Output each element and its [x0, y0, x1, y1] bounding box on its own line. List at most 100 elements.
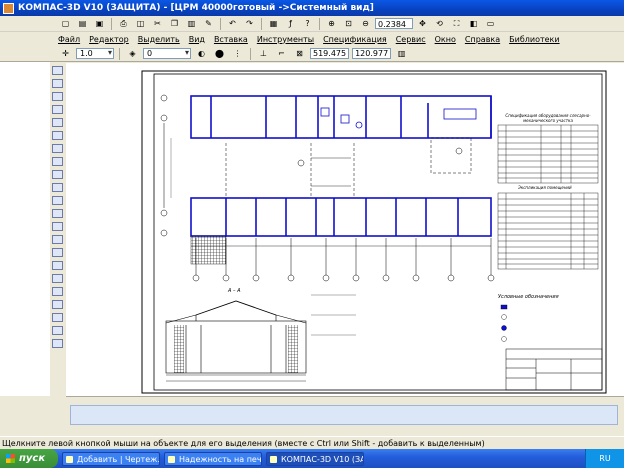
color-icon[interactable]: ⬤ — [212, 47, 227, 61]
task-button-browser[interactable]: Добавить | Чертеж... — [62, 451, 160, 466]
format-brush-icon[interactable]: ✎ — [201, 17, 216, 31]
coord-x-field[interactable]: 519.475 — [310, 48, 350, 59]
preview-icon[interactable]: ◫ — [133, 17, 148, 31]
menu-bar: Файл Редактор Выделить Вид Вставка Инстр… — [0, 32, 624, 46]
help-pointer-icon[interactable]: ? — [300, 17, 315, 31]
layer-state-icon[interactable]: ◐ — [194, 47, 209, 61]
dimensions-tool-icon[interactable] — [52, 79, 63, 88]
menu-libraries[interactable]: Библиотеки — [509, 35, 559, 44]
task-button-kompas[interactable]: КОМПАС-3D V10 (ЗА... — [266, 451, 364, 466]
plan-upper-block — [190, 95, 492, 139]
select-tool-icon[interactable] — [52, 144, 63, 153]
aux-line-tool-icon[interactable] — [52, 274, 63, 283]
layer-icon[interactable]: ◈ — [125, 47, 140, 61]
grid-snap-icon[interactable]: ✛ — [58, 47, 73, 61]
zoom-scale-input[interactable]: 0.2384 — [375, 18, 413, 29]
refresh-icon[interactable]: ⟲ — [432, 17, 447, 31]
scale-tool-icon[interactable] — [52, 326, 63, 335]
menu-insert[interactable]: Вставка — [214, 35, 248, 44]
standard-toolbar: ▢ ▤ ▣ ⎙ ◫ ✂ ❐ ▥ ✎ ↶ ↷ ▦ ƒ ? ⊕ ⊡ ⊖ 0.2384… — [0, 16, 624, 32]
manager-icon[interactable]: ▦ — [266, 17, 281, 31]
drawing-canvas[interactable]: Спецификация оборудования слесарно-механ… — [66, 63, 624, 396]
notation-tool-icon[interactable] — [52, 92, 63, 101]
mirror-tool-icon[interactable] — [52, 300, 63, 309]
copy-icon[interactable]: ❐ — [167, 17, 182, 31]
property-panel[interactable] — [70, 405, 618, 425]
zoom-in-icon[interactable]: ⊕ — [324, 17, 339, 31]
legend-title: Условные обозначения — [498, 294, 559, 300]
cut-icon[interactable]: ✂ — [150, 17, 165, 31]
status-hint: Щелкните левой кнопкой мыши на объекте д… — [0, 436, 624, 449]
text-tool-icon[interactable] — [52, 209, 63, 218]
redo-icon[interactable]: ↷ — [242, 17, 257, 31]
windows-logo-icon — [6, 454, 15, 463]
menu-view[interactable]: Вид — [189, 35, 205, 44]
spec-table — [497, 124, 599, 184]
legend-symbols — [500, 304, 508, 342]
print-icon[interactable]: ⎙ — [116, 17, 131, 31]
property-panel-area — [66, 396, 624, 437]
snaps-icon[interactable]: ⊠ — [292, 47, 307, 61]
task-button-folder[interactable]: Надежность на печ... — [164, 451, 262, 466]
spec-tool-icon[interactable] — [52, 157, 63, 166]
fill-icon[interactable]: ◧ — [466, 17, 481, 31]
menu-help[interactable]: Справка — [465, 35, 500, 44]
line-scale-select[interactable]: 1.0 — [76, 48, 114, 59]
menu-tools[interactable]: Инструменты — [257, 35, 314, 44]
show-all-icon[interactable]: ⛶ — [449, 17, 464, 31]
hatch-tool-icon[interactable] — [52, 287, 63, 296]
paste-icon[interactable]: ▥ — [184, 17, 199, 31]
rooms-table — [497, 192, 599, 270]
local-cs-icon[interactable]: ⊥ — [256, 47, 271, 61]
save-icon[interactable]: ▣ — [92, 17, 107, 31]
menu-service[interactable]: Сервис — [396, 35, 426, 44]
title-bar[interactable]: КОМПАС-3D V10 (ЗАЩИТА) - [ЦРМ 40000готов… — [0, 0, 624, 16]
plan-lower-block — [190, 197, 492, 237]
spec-table-title: Спецификация оборудования слесарно-механ… — [505, 113, 591, 123]
zoom-window-icon[interactable]: ⊡ — [341, 17, 356, 31]
menu-file[interactable]: Файл — [58, 35, 80, 44]
toolbar-separator — [319, 17, 320, 30]
ortho-mode-icon[interactable]: ⌐ — [274, 47, 289, 61]
title-block — [505, 348, 603, 391]
taskbar: пуск Добавить | Чертеж... Надежность на … — [0, 449, 624, 468]
snap-options-icon[interactable]: ⋮ — [230, 47, 245, 61]
variables-icon[interactable]: ƒ — [283, 17, 298, 31]
circle-tool-icon[interactable] — [52, 235, 63, 244]
toolbar-separator — [220, 17, 221, 30]
start-button[interactable]: пуск — [0, 449, 58, 468]
coord-y-field[interactable]: 120.977 — [352, 48, 392, 59]
open-icon[interactable]: ▤ — [75, 17, 90, 31]
language-indicator[interactable]: RU — [599, 454, 610, 463]
rooms-table-title: Экспликация помещений — [518, 185, 572, 190]
move-tool-icon[interactable] — [52, 339, 63, 348]
point-tool-icon[interactable] — [52, 261, 63, 270]
menu-select[interactable]: Выделить — [138, 35, 180, 44]
reports-tool-icon[interactable] — [52, 170, 63, 179]
menu-edit[interactable]: Редактор — [89, 35, 129, 44]
table-tool-icon[interactable] — [52, 196, 63, 205]
window-title: КОМПАС-3D V10 (ЗАЩИТА) - [ЦРМ 40000готов… — [18, 3, 374, 13]
pan-icon[interactable]: ✥ — [415, 17, 430, 31]
geometry-tool-icon[interactable] — [52, 66, 63, 75]
arc-tool-icon[interactable] — [52, 248, 63, 257]
menu-window[interactable]: Окно — [435, 35, 456, 44]
toolbar-separator — [250, 47, 251, 60]
section-a-a — [165, 294, 356, 382]
current-state-toolbar: ✛ 1.0 ◈ 0 ◐ ⬤ ⋮ ⊥ ⌐ ⊠ 519.475 120.977 ▥ — [0, 46, 624, 62]
window-icon[interactable]: ▭ — [483, 17, 498, 31]
menu-specification[interactable]: Спецификация — [323, 35, 387, 44]
measure-tool-icon[interactable] — [52, 131, 63, 140]
edit-tool-icon[interactable] — [52, 105, 63, 114]
settings-icon[interactable]: ▥ — [394, 47, 409, 61]
undo-icon[interactable]: ↶ — [225, 17, 240, 31]
zoom-out-icon[interactable]: ⊖ — [358, 17, 373, 31]
new-document-icon[interactable]: ▢ — [58, 17, 73, 31]
line-tool-icon[interactable] — [52, 222, 63, 231]
toolbar-separator — [111, 17, 112, 30]
rotate-tool-icon[interactable] — [52, 313, 63, 322]
start-label: пуск — [19, 453, 46, 464]
layer-select[interactable]: 0 — [143, 48, 191, 59]
insert-tool-icon[interactable] — [52, 183, 63, 192]
parametrization-tool-icon[interactable] — [52, 118, 63, 127]
